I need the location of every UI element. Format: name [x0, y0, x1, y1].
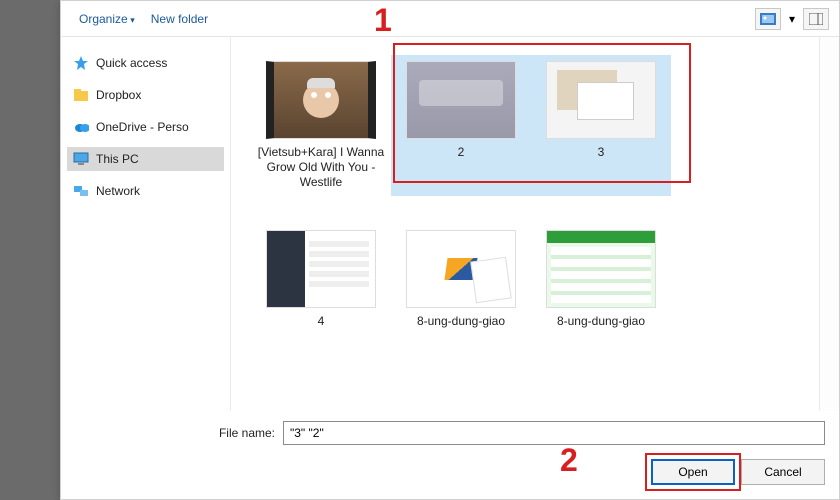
image-thumbnail [546, 230, 656, 308]
nav-label: Network [96, 184, 140, 198]
annotation-callout-1: 1 [374, 2, 392, 39]
nav-dropbox[interactable]: Dropbox [67, 83, 224, 107]
nav-network[interactable]: Network [67, 179, 224, 203]
picture-icon [760, 13, 776, 25]
annotation-box-2: Open [651, 459, 735, 485]
filename-input[interactable] [283, 421, 825, 445]
navigation-pane: Quick access Dropbox OneDrive - Perso Th… [61, 37, 231, 437]
preview-strip [819, 37, 839, 435]
dialog-toolbar: Organize New folder ▾ [61, 1, 839, 37]
nav-label: This PC [96, 152, 139, 166]
file-item-3[interactable]: 3 [531, 55, 671, 196]
video-thumbnail [266, 61, 376, 139]
image-thumbnail [266, 230, 376, 308]
dropbox-icon [73, 87, 89, 103]
image-thumbnail [406, 61, 516, 139]
nav-quick-access[interactable]: Quick access [67, 51, 224, 75]
nav-onedrive[interactable]: OneDrive - Perso [67, 115, 224, 139]
nav-this-pc[interactable]: This PC [67, 147, 224, 171]
nav-label: Quick access [96, 56, 167, 70]
file-label: 4 [257, 314, 385, 329]
view-mode-button[interactable] [755, 8, 781, 30]
file-item-2[interactable]: 2 [391, 55, 531, 196]
thispc-icon [73, 151, 89, 167]
file-label: 8-ung-dung-giao [397, 314, 525, 329]
file-item-4[interactable]: 4 [251, 224, 391, 335]
nav-label: Dropbox [96, 88, 141, 102]
view-mode-dropdown[interactable]: ▾ [785, 8, 799, 30]
pane-icon [809, 13, 823, 25]
onedrive-icon [73, 119, 89, 135]
open-button[interactable]: Open [651, 459, 735, 485]
file-list-pane[interactable]: [Vietsub+Kara] I Wanna Grow Old With You… [231, 37, 839, 437]
file-open-dialog: Organize New folder ▾ Quick access Dropb… [60, 0, 840, 500]
file-label: 3 [537, 145, 665, 160]
cancel-button[interactable]: Cancel [741, 459, 825, 485]
preview-pane-button[interactable] [803, 8, 829, 30]
image-thumbnail [406, 230, 516, 308]
dialog-body: Quick access Dropbox OneDrive - Perso Th… [61, 37, 839, 437]
file-label: 8-ung-dung-giao [537, 314, 665, 329]
organize-dropdown[interactable]: Organize [71, 8, 143, 30]
dialog-bottom-bar: File name: Open Cancel [61, 411, 839, 499]
file-item-video[interactable]: [Vietsub+Kara] I Wanna Grow Old With You… [251, 55, 391, 196]
file-label: 2 [397, 145, 525, 160]
file-item-6[interactable]: 8-ung-dung-giao [531, 224, 671, 335]
nav-label: OneDrive - Perso [96, 120, 189, 134]
file-item-5[interactable]: 8-ung-dung-giao [391, 224, 531, 335]
file-label: [Vietsub+Kara] I Wanna Grow Old With You… [257, 145, 385, 190]
annotation-callout-2: 2 [560, 442, 578, 479]
image-thumbnail [546, 61, 656, 139]
new-folder-button[interactable]: New folder [143, 8, 216, 30]
filename-label: File name: [75, 426, 275, 440]
star-icon [73, 55, 89, 71]
network-icon [73, 183, 89, 199]
